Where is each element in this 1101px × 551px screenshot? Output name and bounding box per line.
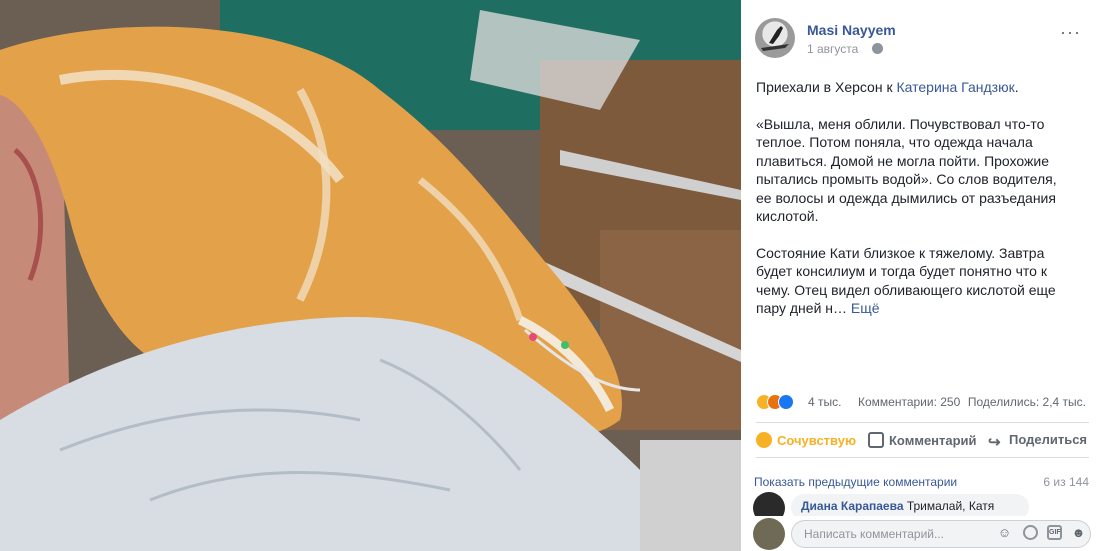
post-actions: Сочувствую Комментарий ↪ Поделиться	[756, 422, 1089, 458]
author-avatar[interactable]	[755, 18, 795, 58]
comment-composer: ☺ GIF ☻	[753, 518, 1093, 550]
sympathy-button[interactable]: Сочувствую	[756, 432, 856, 448]
photo-illustration	[0, 0, 741, 551]
comments-count[interactable]: Комментарии: 250	[858, 395, 960, 409]
reactions-count[interactable]: 4 тыс.	[808, 395, 841, 409]
commenter-avatar[interactable]	[753, 492, 785, 516]
comment-bubble-icon	[868, 432, 884, 448]
post-intro: Приехали в Херсон к Катерина Гандзюк.	[756, 78, 1076, 97]
comment-text: Трималай, Катя	[903, 499, 995, 513]
see-more-link[interactable]: Ещё	[851, 300, 880, 316]
avatar-silhouette-icon	[761, 26, 789, 51]
camera-icon[interactable]	[1023, 525, 1038, 540]
post-text: Приехали в Херсон к Катерина Гандзюк. «В…	[756, 78, 1076, 336]
post-intro-text: Приехали в Херсон к	[756, 79, 897, 95]
current-user-avatar	[753, 518, 785, 550]
emoji-icon[interactable]: ☺	[997, 525, 1012, 540]
post-panel: Masi Nayyem 1 августа ··· Приехали в Хер…	[741, 0, 1101, 551]
post-status: Состояние Кати близкое к тяжелому. Завтр…	[756, 244, 1076, 318]
sympathy-label: Сочувствую	[777, 433, 857, 448]
comment-input[interactable]	[791, 520, 1091, 548]
share-arrow-icon: ↪	[988, 434, 1001, 451]
shares-count[interactable]: Поделились: 2,4 тыс.	[968, 395, 1086, 409]
post-intro-end: .	[1014, 79, 1019, 95]
post-header: Masi Nayyem 1 августа ···	[755, 18, 1095, 62]
author-name[interactable]: Masi Nayyem	[807, 22, 896, 38]
mention-link[interactable]: Катерина Гандзюк	[896, 79, 1014, 95]
sticker-icon[interactable]: ☻	[1071, 525, 1086, 540]
comment-label: Комментарий	[889, 433, 977, 448]
globe-icon	[872, 43, 883, 54]
more-options-button[interactable]: ···	[1060, 22, 1081, 43]
show-previous-comments-link[interactable]: Показать предыдущие комментарии	[754, 475, 957, 489]
sad-face-icon	[756, 432, 772, 448]
post-quote: «Вышла, меня облили. Почувствовал что-то…	[756, 115, 1057, 225]
comment-bubble: Диана Карапаева Трималай, Катя	[791, 494, 1029, 516]
post-status-text: Состояние Кати близкое к тяжелому. Завтр…	[756, 244, 1056, 317]
post-stats: 4 тыс. Комментарии: 250 Поделились: 2,4 …	[756, 394, 1086, 412]
like-reaction-icon	[778, 394, 794, 410]
share-button[interactable]: ↪ Поделиться	[988, 432, 1088, 451]
share-label: Поделиться	[1009, 432, 1088, 447]
gif-icon[interactable]: GIF	[1047, 525, 1062, 540]
comment-item: Диана Карапаева Трималай, Катя	[753, 492, 1093, 516]
comment-button[interactable]: Комментарий	[868, 432, 977, 448]
commenter-name[interactable]: Диана Карапаева	[801, 499, 904, 513]
post-date[interactable]: 1 августа	[807, 42, 858, 56]
post-photo[interactable]	[0, 0, 741, 551]
comments-page-count: 6 из 144	[1043, 475, 1089, 489]
